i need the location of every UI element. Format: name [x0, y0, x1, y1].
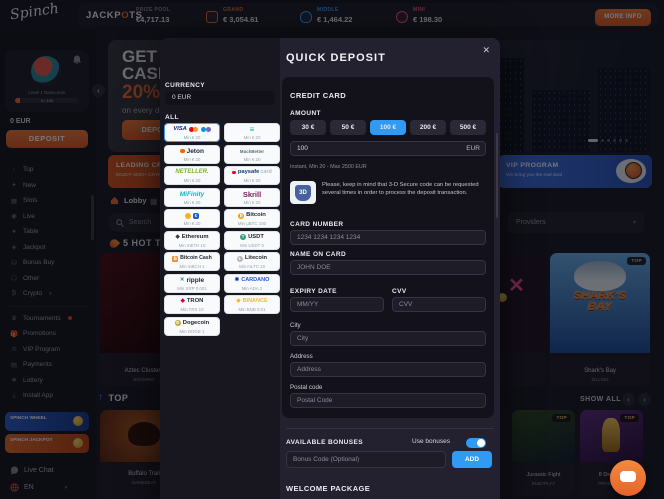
available-bonuses-label: AVAILABLE BONUSES — [286, 439, 363, 446]
amount-chip-30[interactable]: 30 € — [290, 120, 326, 135]
payment-methods-grid: VISA Min € 20 ≡ Min € 20 Jeton Min € 20 … — [164, 123, 280, 336]
amount-chip-500[interactable]: 500 € — [450, 120, 486, 135]
tron-logo: ◆TRON — [165, 297, 219, 306]
card-number-label: CARD NUMBER — [290, 221, 344, 228]
payment-method-jeton[interactable]: Jeton Min € 20 — [164, 145, 220, 164]
bonus-code-input[interactable] — [286, 451, 446, 468]
city-input[interactable] — [290, 331, 486, 346]
neteller-logo: NETELLER. — [165, 168, 219, 177]
use-bonuses-toggle[interactable] — [466, 438, 486, 448]
welcome-package-heading: WELCOME PACKAGE — [286, 484, 370, 493]
payment-method-cardano[interactable]: ❋CARDANO Min ADA 2 — [224, 274, 280, 293]
ethereum-logo: ◆Ethereum — [165, 233, 219, 242]
add-bonus-button[interactable]: ADD — [452, 451, 492, 468]
amount-chip-50[interactable]: 50 € — [330, 120, 366, 135]
bitcoin-cash-logo: ₿Bitcoin Cash — [165, 254, 219, 263]
payment-method-usdt[interactable]: TUSDT Min USDT 5 — [224, 231, 280, 250]
litecoin-logo: ŁLitecoin — [225, 254, 279, 263]
use-bonuses-label: Use bonuses — [412, 438, 450, 445]
limits-hint: Instant, Min 20 - Max 2500 EUR — [290, 164, 367, 170]
amount-label: AMOUNT — [290, 110, 321, 117]
cardano-logo: ❋CARDANO — [225, 276, 279, 285]
close-icon[interactable]: ✕ — [482, 45, 490, 56]
currency-label: CURRENCY — [165, 82, 205, 89]
amount-presets: 30 € 50 € 100 € 200 € 500 € — [290, 120, 486, 135]
postal-code-label: Postal code — [290, 384, 322, 391]
quick-deposit-modal: CURRENCY 0 EUR ALL VISA Min € 20 ≡ Min €… — [160, 38, 500, 499]
address-label: Address — [290, 353, 313, 360]
jeton-logo: Jeton — [165, 147, 219, 156]
payment-method-litecoin[interactable]: ŁLitecoin Min mLTC 10 — [224, 252, 280, 271]
payment-method-muchbetter[interactable]: MuchBetter Min € 20 — [224, 145, 280, 164]
expiry-input[interactable] — [290, 297, 384, 312]
payment-method-interac[interactable]: € Min € 20 — [164, 209, 220, 228]
amount-chip-200[interactable]: 200 € — [410, 120, 446, 135]
postal-code-input[interactable] — [290, 393, 486, 408]
name-on-card-label: NAME ON CARD — [290, 251, 346, 258]
city-label: City — [290, 322, 301, 329]
visa-mastercard-logo: VISA — [165, 125, 219, 134]
payment-method-bitcoin[interactable]: ₿Bitcoin Min µBTC 100 — [224, 209, 280, 228]
binance-logo: ◆BINANCE — [225, 297, 279, 306]
muchbetter-logo: MuchBetter — [225, 147, 279, 156]
spinch-casino-page: Spinch JACKPOTS PRIZE POOL €4,717.13 GRA… — [0, 0, 664, 499]
payment-method-bitcoin-cash[interactable]: ₿Bitcoin Cash Min mBCH 1 — [164, 252, 220, 271]
credit-card-panel: CREDIT CARD AMOUNT 30 € 50 € 100 € 200 €… — [282, 77, 494, 418]
payment-method-paysafecard[interactable]: paysafecard Min € 20 — [224, 166, 280, 185]
payment-method-dogecoin[interactable]: ÐDogecoin Min DOGE 1 — [164, 317, 220, 336]
3d-secure-icon: 3D — [290, 181, 316, 204]
section-divider — [286, 428, 494, 429]
interac-logo: € — [165, 211, 219, 220]
ripple-logo: ✕ripple — [165, 276, 219, 285]
amount-input[interactable] — [290, 141, 486, 156]
name-on-card-input[interactable] — [290, 260, 486, 275]
live-chat-bubble[interactable] — [610, 460, 646, 496]
payment-methods-panel: CURRENCY 0 EUR ALL VISA Min € 20 ≡ Min €… — [160, 38, 280, 499]
payment-method-ethereum[interactable]: ◆Ethereum Min mETH 10 — [164, 231, 220, 250]
payment-method-ezeewallet[interactable]: ≡ Min € 20 — [224, 123, 280, 142]
payment-method-mifinity[interactable]: MiFinity Min € 20 — [164, 188, 220, 207]
dogecoin-logo: ÐDogecoin — [165, 319, 219, 328]
payment-method-tron[interactable]: ◆TRON Min TRX 10 — [164, 295, 220, 314]
modal-title: QUICK DEPOSIT — [286, 52, 386, 64]
cvv-label: CVV — [392, 288, 407, 295]
address-input[interactable] — [290, 362, 486, 377]
cvv-input[interactable] — [392, 297, 486, 312]
amount-chip-100-selected[interactable]: 100 € — [370, 120, 406, 135]
payment-method-skrill[interactable]: Skrill Min € 20 — [224, 188, 280, 207]
paysafecard-logo: paysafecard — [225, 168, 279, 177]
amount-currency-suffix: EUR — [466, 145, 480, 152]
mifinity-logo: MiFinity — [165, 190, 219, 199]
usdt-logo: TUSDT — [225, 233, 279, 242]
payment-method-neteller[interactable]: NETELLER. Min € 20 — [164, 166, 220, 185]
secure-notice: 3D Please, keep in mind that 3-D Secure … — [290, 181, 490, 204]
credit-card-heading: CREDIT CARD — [290, 91, 346, 100]
payment-method-ripple[interactable]: ✕ripple Min XRP 0.001 — [164, 274, 220, 293]
ezeewallet-logo: ≡ — [225, 125, 279, 134]
expiry-label: EXPIRY DATE — [290, 288, 337, 295]
payment-method-visa-mastercard[interactable]: VISA Min € 20 — [164, 123, 220, 142]
card-number-input[interactable] — [290, 230, 486, 245]
skrill-logo: Skrill — [225, 190, 279, 199]
modal-scrollbar[interactable] — [496, 133, 498, 218]
chat-icon — [620, 471, 636, 482]
bitcoin-logo: ₿Bitcoin — [225, 211, 279, 220]
currency-select[interactable]: 0 EUR — [165, 91, 275, 105]
all-methods-label: ALL — [165, 114, 179, 121]
payment-method-binance[interactable]: ◆BINANCE Min BNB 0.01 — [224, 295, 280, 314]
